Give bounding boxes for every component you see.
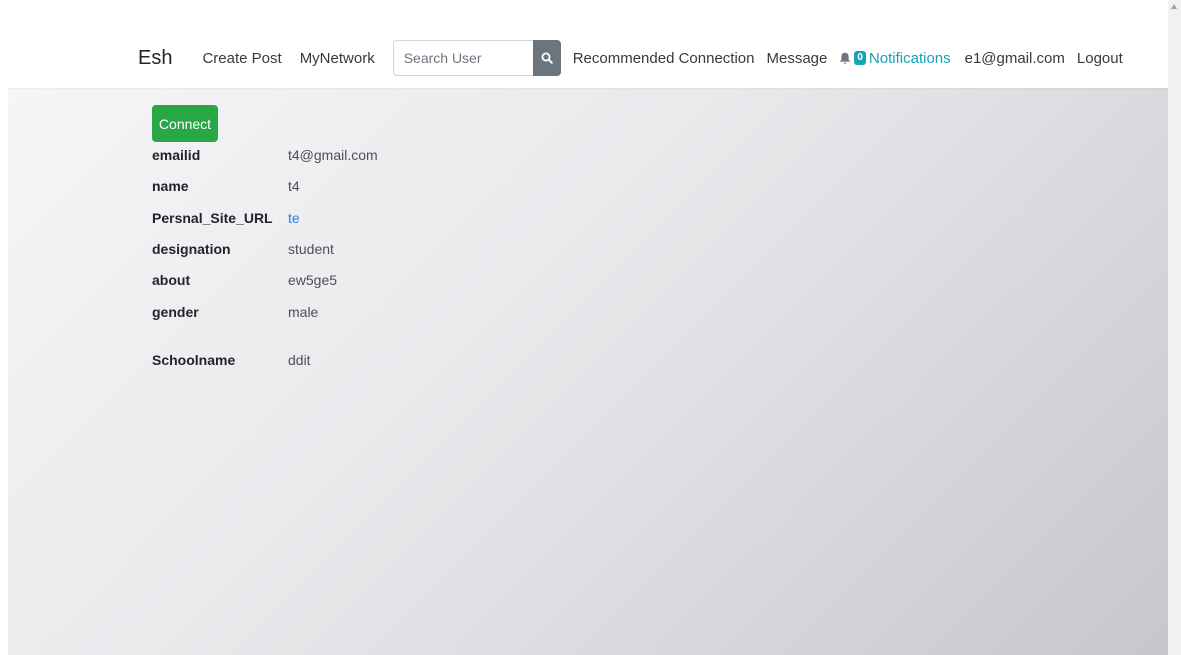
navbar-content: Esh Create Post MyNetwork Recommended Co…: [138, 38, 1123, 78]
profile-field-label: name: [152, 178, 189, 194]
page-viewport: Esh Create Post MyNetwork Recommended Co…: [8, 12, 1168, 655]
profile-field-value: student: [288, 241, 334, 257]
current-user-email[interactable]: e1@gmail.com: [965, 50, 1065, 67]
profile-field-value: ew5ge5: [288, 272, 338, 288]
profile-field-label: Persnal_Site_URL: [152, 210, 273, 226]
notification-count-badge: 0: [854, 51, 866, 65]
profile-field-label: about: [152, 272, 191, 288]
connect-button[interactable]: Connect: [152, 105, 218, 142]
personal-site-link[interactable]: te: [288, 210, 300, 226]
profile-field-value: t4: [288, 178, 300, 194]
profile-row-designation: designation student: [152, 239, 334, 259]
brand-link[interactable]: Esh: [138, 47, 172, 70]
profile-field-value: male: [288, 304, 319, 320]
profile-field-label: Schoolname: [152, 352, 236, 368]
nav-my-network[interactable]: MyNetwork: [300, 50, 375, 67]
profile-field-label: emailid: [152, 147, 201, 163]
search-button[interactable]: [532, 40, 561, 76]
bell-icon: [840, 52, 851, 64]
search-icon: [541, 52, 553, 64]
profile-field-value: t4@gmail.com: [288, 147, 378, 163]
profile-row-gender: gender male: [152, 302, 318, 322]
profile-row-about: about ew5ge5: [152, 270, 337, 290]
vertical-scrollbar[interactable]: [1168, 0, 1181, 655]
nav-create-post[interactable]: Create Post: [202, 50, 281, 67]
top-navbar: Esh Create Post MyNetwork Recommended Co…: [8, 12, 1168, 88]
logout-link[interactable]: Logout: [1077, 50, 1123, 67]
nav-recommended-connection[interactable]: Recommended Connection: [573, 50, 755, 67]
profile-row-schoolname: Schoolname ddit: [152, 350, 311, 370]
profile-row-site-url: Persnal_Site_URL te: [152, 208, 300, 228]
notifications-label: Notifications: [868, 49, 951, 67]
search-user-input[interactable]: [392, 40, 533, 76]
profile-field-label: gender: [152, 304, 199, 320]
profile-field-label: designation: [152, 241, 231, 257]
scroll-up-arrow-icon[interactable]: [1171, 4, 1177, 9]
search-form: [392, 40, 561, 76]
nav-notifications[interactable]: 0 Notifications: [839, 49, 951, 67]
profile-field-value: ddit: [288, 352, 311, 368]
profile-row-name: name t4: [152, 176, 300, 196]
profile-row-emailid: emailid t4@gmail.com: [152, 145, 378, 165]
nav-message[interactable]: Message: [766, 50, 827, 67]
